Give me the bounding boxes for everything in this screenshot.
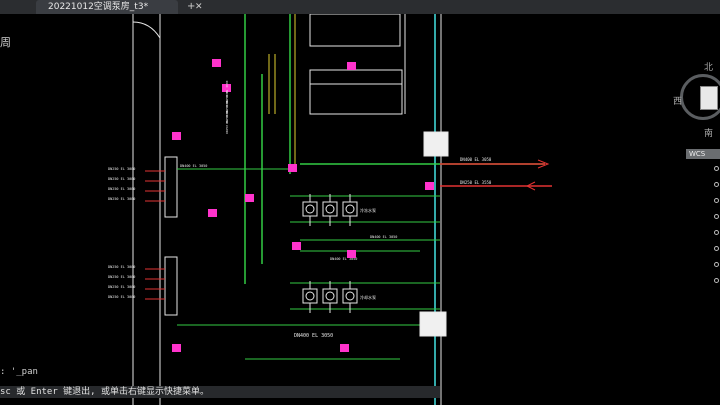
valve-icon (245, 194, 254, 202)
pump-symbol (342, 201, 358, 217)
header-collector (164, 256, 178, 316)
pipe-label: DN250 EL 3000 (108, 167, 135, 171)
wcs-menu-button[interactable]: WCS (686, 149, 720, 159)
tab-bar: 20221012空调泵房_t3* ✕ + (0, 0, 720, 15)
chiller-unit (309, 69, 403, 115)
pump-icon (325, 204, 335, 214)
pump-group-label: 冷冻水泵 (360, 207, 376, 213)
valve-icon (288, 164, 297, 172)
compass-south-label: 南 (704, 129, 714, 139)
pipe-label: DN250 EL 3000 (108, 275, 135, 279)
pipe-label: DN250 EL 3000 (108, 187, 135, 191)
pipe-label: DN250 EL 3000 (225, 110, 229, 134)
valve-icon (340, 344, 349, 352)
pipe-label: DN250 EL 3000 (108, 177, 135, 181)
command-line[interactable]: : '_pan sc 或 Enter 键退出, 或单击右键显示快捷菜单。 (0, 367, 720, 405)
pump-symbol (302, 288, 318, 304)
nav-tool-icon[interactable] (714, 278, 719, 283)
viewcube-face[interactable] (700, 86, 718, 110)
valve-icon (347, 62, 356, 70)
nav-tool-icon[interactable] (714, 246, 719, 251)
pump-icon (325, 291, 335, 301)
pump-icon (345, 204, 355, 214)
pipe-label: DN400 EL 3050 (294, 333, 333, 339)
valve-icon (425, 182, 434, 190)
chiller-unit (309, 69, 403, 115)
header-collector (164, 156, 178, 218)
valve-icon (292, 242, 301, 250)
command-prompt: sc 或 Enter 键退出, 或单击右键显示快捷菜单。 (0, 387, 210, 397)
valve-icon (347, 250, 356, 258)
valve-icon (172, 344, 181, 352)
pipe-label: DN250 EL 3000 (108, 197, 135, 201)
command-history: : '_pan (0, 367, 38, 377)
viewcube[interactable]: 北 西 南 (670, 60, 720, 156)
nav-tool-icon[interactable] (714, 198, 719, 203)
cad-drawing: DN400 EL 3050 DN250 EL 3550 DN250 EL 3000 D… (108, 14, 552, 405)
valve-icon (212, 59, 221, 67)
pump-symbol (322, 201, 338, 217)
wall-block (419, 311, 447, 337)
nav-tool-icon[interactable] (714, 230, 719, 235)
pipe-label: DN400 EL 3050 (370, 235, 397, 239)
wall-block (423, 131, 449, 157)
valve-icon (172, 132, 181, 140)
document-tab-label: 20221012空调泵房_t3* (48, 2, 149, 12)
pump-group-label: 冷却水泵 (360, 294, 376, 300)
compass-west-label: 西 (673, 97, 683, 107)
pump-icon (305, 204, 315, 214)
pump-icon (305, 291, 315, 301)
navigation-bar (714, 166, 719, 294)
compass-north-label: 北 (704, 63, 714, 73)
valve-icon (208, 209, 217, 217)
pump-icon (345, 291, 355, 301)
drawing-canvas[interactable]: DN400 EL 3050 DN250 EL 3550 DN250 EL 3000 D… (0, 14, 720, 405)
add-tab-button[interactable]: + (187, 0, 195, 14)
nav-tool-icon[interactable] (714, 214, 719, 219)
wall-curve (132, 21, 161, 39)
pipe-label: DN400 EL 3050 (460, 157, 492, 162)
pipe-label: DN250 EL 3000 (108, 285, 135, 289)
pump-symbol (302, 201, 318, 217)
nav-tool-icon[interactable] (714, 182, 719, 187)
close-icon[interactable]: ✕ (195, 0, 203, 14)
pipe-label: DN250 EL 3550 (460, 180, 492, 185)
side-panel-label: 周 (0, 36, 11, 49)
nav-tool-icon[interactable] (714, 166, 719, 171)
pipe-label: DN250 EL 3000 (108, 265, 135, 269)
chiller-unit (309, 14, 401, 47)
pipe-label: DN250 EL 3000 (108, 295, 135, 299)
pump-symbol (342, 288, 358, 304)
pump-symbol (322, 288, 338, 304)
nav-tool-icon[interactable] (714, 262, 719, 267)
document-tab[interactable]: 20221012空调泵房_t3* ✕ (36, 0, 203, 14)
pipe-label: DN400 EL 3050 (180, 164, 207, 168)
